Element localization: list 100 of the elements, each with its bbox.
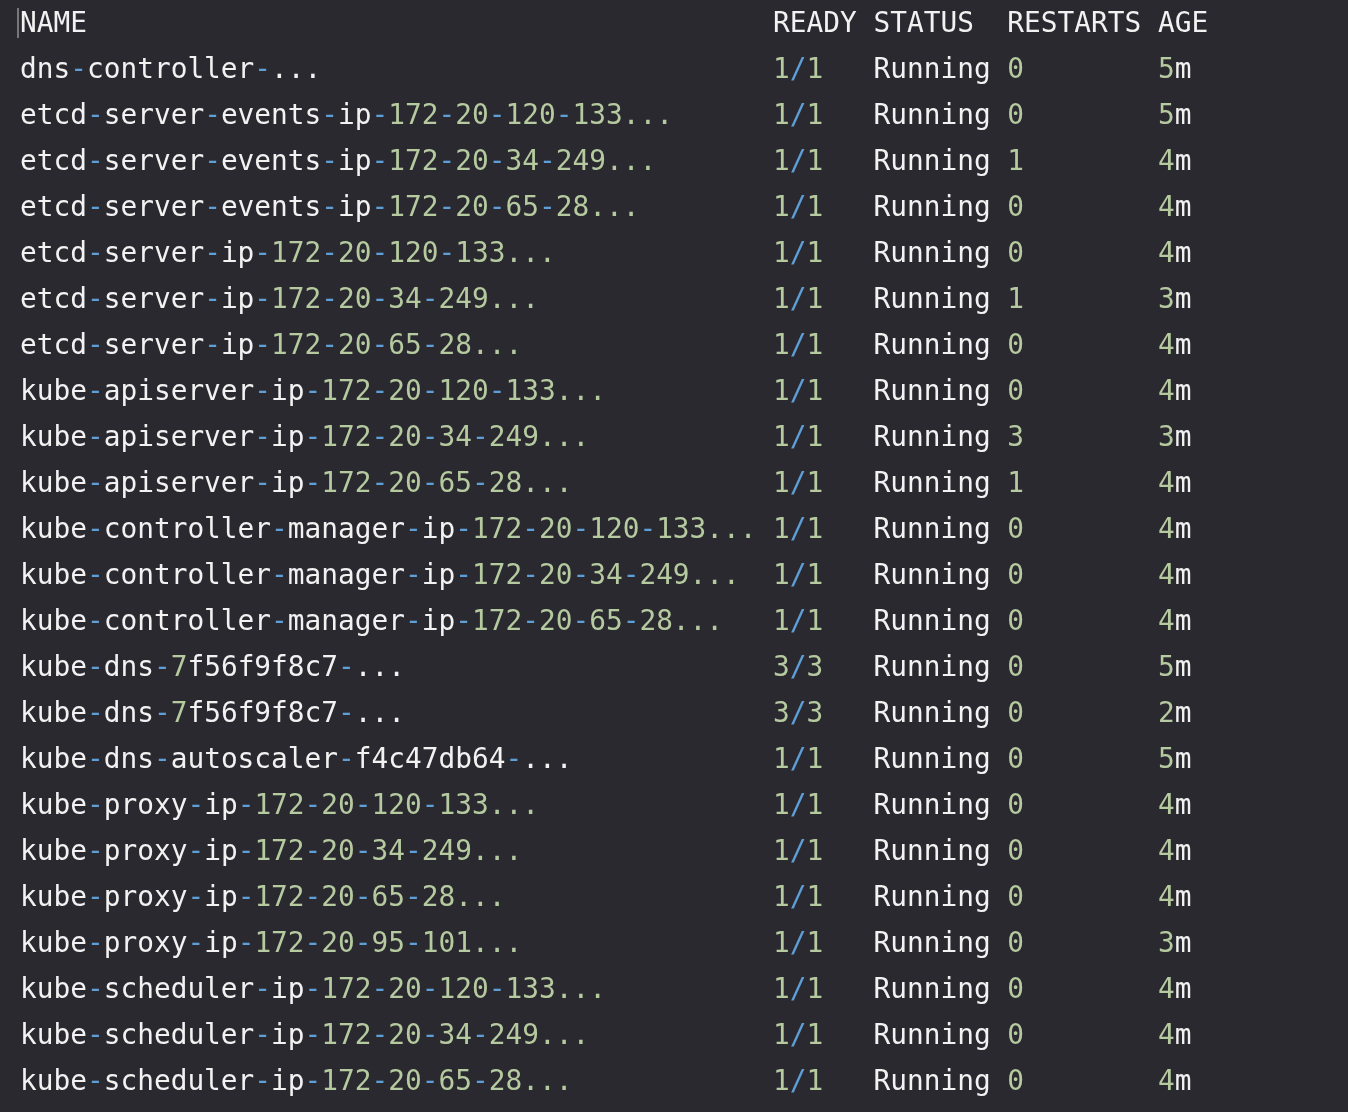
column-header: AGE — [1157, 6, 1209, 40]
table-cell: 0 — [1007, 788, 1025, 822]
table-cell: 1 — [1007, 282, 1025, 316]
table-cell: etcd-server-ip-172-20-120-133... — [20, 236, 556, 270]
table-cell: 0 — [1007, 926, 1025, 960]
table-cell: 0 — [1007, 696, 1025, 730]
table-cell: 4m — [1157, 972, 1192, 1006]
table-cell: 0 — [1007, 1018, 1025, 1052]
table-cell: kube-controller-manager-ip-172-20-65-28... — [20, 604, 724, 638]
table-cell: 1/1 — [773, 420, 824, 454]
table-cell: kube-proxy-ip-172-20-120-133... — [20, 788, 539, 822]
table-cell: dns-controller-... — [20, 52, 322, 86]
table-cell: 1/1 — [773, 236, 824, 270]
table-cell: 1/1 — [773, 834, 824, 868]
table-cell: 1/1 — [773, 1064, 824, 1098]
column-header: STATUS — [873, 6, 974, 40]
table-cell: 1/1 — [773, 190, 824, 224]
table-cell: 4m — [1157, 604, 1192, 638]
table-cell: 0 — [1007, 650, 1025, 684]
table-cell: kube-dns-7f56f9f8c7-... — [20, 696, 405, 730]
table-cell: 3/3 — [773, 696, 824, 730]
table-cell: kube-scheduler-ip-172-20-65-28... — [20, 1064, 573, 1098]
table-cell: Running — [873, 1018, 991, 1052]
table-cell: 1/1 — [773, 144, 824, 178]
table-cell: 3m — [1157, 282, 1192, 316]
table-cell: Running — [873, 558, 991, 592]
table-cell: 4m — [1157, 374, 1192, 408]
table-cell: 5m — [1157, 98, 1192, 132]
table-cell: 1/1 — [773, 558, 824, 592]
table-cell: Running — [873, 52, 991, 86]
table-cell: 1 — [1007, 144, 1025, 178]
table-cell: 4m — [1157, 1018, 1192, 1052]
table-cell: Running — [873, 1064, 991, 1098]
table-cell: etcd-server-ip-172-20-65-28... — [20, 328, 523, 362]
table-cell: Running — [873, 788, 991, 822]
table-cell: kube-scheduler-ip-172-20-120-133... — [20, 972, 606, 1006]
table-cell: kube-dns-autoscaler-f4c47db64-... — [20, 742, 573, 776]
table-cell: Running — [873, 282, 991, 316]
table-cell: Running — [873, 466, 991, 500]
table-cell: 3 — [1007, 420, 1025, 454]
table-cell: 4m — [1157, 788, 1192, 822]
table-cell: kube-proxy-ip-172-20-65-28... — [20, 880, 506, 914]
table-cell: Running — [873, 512, 991, 546]
table-cell: 0 — [1007, 52, 1025, 86]
table-cell: 4m — [1157, 558, 1192, 592]
table-cell: Running — [873, 236, 991, 270]
table-cell: kube-apiserver-ip-172-20-34-249... — [20, 420, 590, 454]
table-cell: kube-proxy-ip-172-20-95-101... — [20, 926, 523, 960]
table-cell: 0 — [1007, 236, 1025, 270]
table-cell: 1/1 — [773, 742, 824, 776]
table-cell: 0 — [1007, 834, 1025, 868]
table-cell: 4m — [1157, 834, 1192, 868]
table-cell: Running — [873, 880, 991, 914]
table-cell: Running — [873, 328, 991, 362]
table-cell: etcd-server-ip-172-20-34-249... — [20, 282, 539, 316]
table-cell: Running — [873, 742, 991, 776]
table-cell: 1/1 — [773, 1018, 824, 1052]
table-cell: 1/1 — [773, 374, 824, 408]
table-cell: Running — [873, 190, 991, 224]
table-cell: 2m — [1157, 696, 1192, 730]
table-cell: Running — [873, 972, 991, 1006]
column-header: NAME — [20, 6, 87, 40]
table-cell: 0 — [1007, 880, 1025, 914]
table-cell: 1/1 — [773, 466, 824, 500]
table-cell: Running — [873, 144, 991, 178]
table-cell: 0 — [1007, 604, 1025, 638]
table-cell: 4m — [1157, 512, 1192, 546]
column-header: RESTARTS — [1007, 6, 1142, 40]
table-cell: 0 — [1007, 1064, 1025, 1098]
table-cell: Running — [873, 604, 991, 638]
table-cell: Running — [873, 834, 991, 868]
table-cell: 1 — [1007, 466, 1025, 500]
table-cell: kube-controller-manager-ip-172-20-120-133... — [20, 512, 757, 546]
table-cell: 1/1 — [773, 788, 824, 822]
table-cell: 1/1 — [773, 282, 824, 316]
table-cell: 4m — [1157, 328, 1192, 362]
table-cell: 0 — [1007, 190, 1025, 224]
table-cell: Running — [873, 98, 991, 132]
table-cell: 1/1 — [773, 328, 824, 362]
table-cell: 1/1 — [773, 512, 824, 546]
table-cell: kube-proxy-ip-172-20-34-249... — [20, 834, 523, 868]
table-cell: etcd-server-events-ip-172-20-34-249... — [20, 144, 657, 178]
table-cell: 1/1 — [773, 52, 824, 86]
column-header: READY — [773, 6, 857, 40]
table-cell: etcd-server-events-ip-172-20-120-133... — [20, 98, 673, 132]
text-cursor — [17, 8, 19, 38]
table-cell: 3m — [1157, 420, 1192, 454]
table-cell: 4m — [1157, 466, 1192, 500]
table-cell: kube-apiserver-ip-172-20-65-28... — [20, 466, 573, 500]
table-cell: 1/1 — [773, 926, 824, 960]
table-cell: 5m — [1157, 52, 1192, 86]
table-cell: Running — [873, 420, 991, 454]
table-cell: 0 — [1007, 328, 1025, 362]
table-cell: 5m — [1157, 650, 1192, 684]
table-cell: 0 — [1007, 512, 1025, 546]
table-cell: Running — [873, 926, 991, 960]
table-cell: 0 — [1007, 374, 1025, 408]
table-cell: 0 — [1007, 742, 1025, 776]
table-cell: 5m — [1157, 742, 1192, 776]
table-cell: 4m — [1157, 1064, 1192, 1098]
